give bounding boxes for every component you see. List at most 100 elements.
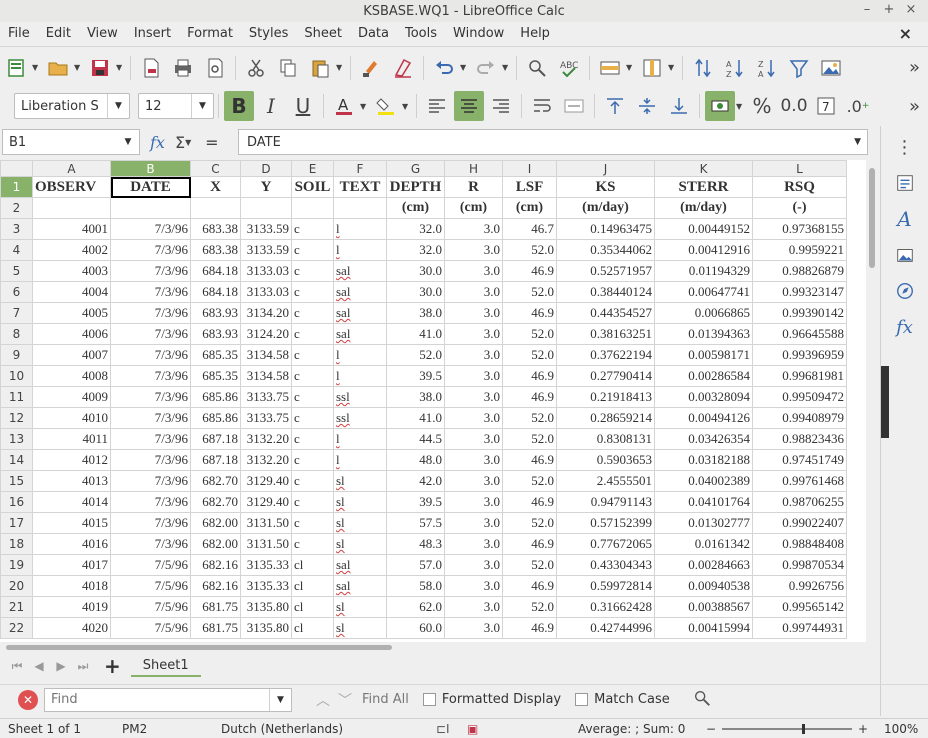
cell-table[interactable]: A B C D E F G H I J K L 1 OBSERV DATE X Y SOI… bbox=[0, 160, 847, 639]
align-center-icon[interactable] bbox=[454, 91, 484, 121]
bold-button[interactable]: B bbox=[224, 91, 254, 121]
cell[interactable]: sal bbox=[333, 323, 387, 345]
cell[interactable]: 7/5/96 bbox=[110, 575, 191, 597]
sort-icon[interactable] bbox=[688, 53, 718, 83]
cell[interactable]: 684.18 bbox=[190, 260, 241, 282]
cell[interactable]: 0.94791143 bbox=[556, 491, 655, 513]
find-input[interactable] bbox=[45, 692, 269, 707]
cell[interactable]: 60.0 bbox=[386, 617, 445, 639]
last-sheet-icon[interactable]: ⏭ bbox=[72, 659, 94, 674]
insert-mode-icon[interactable]: ⊏I bbox=[436, 722, 450, 736]
cell[interactable]: l bbox=[333, 218, 387, 240]
cell[interactable]: 0.31662428 bbox=[556, 596, 655, 618]
save-icon[interactable] bbox=[85, 53, 115, 83]
cell[interactable]: 0.0066865 bbox=[654, 302, 753, 324]
cell[interactable]: 4002 bbox=[32, 239, 111, 261]
cell[interactable]: 0.98706255 bbox=[752, 491, 847, 513]
cell[interactable]: 3.0 bbox=[444, 386, 503, 408]
column-header[interactable]: J bbox=[556, 160, 655, 177]
cell[interactable]: 4019 bbox=[32, 596, 111, 618]
cell[interactable]: c bbox=[291, 512, 334, 534]
cell[interactable]: 0.99390142 bbox=[752, 302, 847, 324]
row-header[interactable]: 20 bbox=[0, 575, 33, 597]
row-header[interactable]: 8 bbox=[0, 323, 33, 345]
row-header[interactable]: 10 bbox=[0, 365, 33, 387]
cell[interactable]: 3129.40 bbox=[240, 491, 292, 513]
cell[interactable]: (-) bbox=[752, 197, 847, 219]
cell[interactable]: 3.0 bbox=[444, 281, 503, 303]
sort-descending-icon[interactable]: ZA bbox=[752, 53, 782, 83]
cell[interactable]: 3129.40 bbox=[240, 470, 292, 492]
cell[interactable]: 0.99744931 bbox=[752, 617, 847, 639]
scrollbar-thumb[interactable] bbox=[869, 168, 875, 268]
cell[interactable]: (m/day) bbox=[654, 197, 753, 219]
find-replace-icon[interactable] bbox=[522, 53, 552, 83]
cell[interactable]: 52.0 bbox=[386, 344, 445, 366]
cell[interactable]: 52.0 bbox=[502, 428, 557, 450]
cell[interactable]: 7/3/96 bbox=[110, 470, 191, 492]
cell[interactable] bbox=[190, 197, 241, 219]
open-folder-icon[interactable] bbox=[43, 53, 73, 83]
cell[interactable]: 4012 bbox=[32, 449, 111, 471]
row-header[interactable]: 15 bbox=[0, 470, 33, 492]
column-header[interactable]: B bbox=[110, 160, 191, 177]
cell[interactable]: 32.0 bbox=[386, 239, 445, 261]
column-header[interactable]: A bbox=[32, 160, 111, 177]
chevron-down-icon[interactable]: ▼ bbox=[269, 688, 291, 711]
cell[interactable]: 3132.20 bbox=[240, 428, 292, 450]
cell[interactable]: c bbox=[291, 344, 334, 366]
cell[interactable] bbox=[240, 197, 292, 219]
row-dropdown-icon[interactable]: ▼ bbox=[626, 63, 636, 72]
cell[interactable]: 52.0 bbox=[502, 596, 557, 618]
cell[interactable]: STERR bbox=[654, 176, 753, 198]
cell[interactable]: 48.0 bbox=[386, 449, 445, 471]
print-preview-icon[interactable] bbox=[200, 53, 230, 83]
cell[interactable]: 0.0161342 bbox=[654, 533, 753, 555]
cell[interactable]: 46.9 bbox=[502, 575, 557, 597]
cell[interactable]: 0.52571957 bbox=[556, 260, 655, 282]
clear-formatting-icon[interactable] bbox=[388, 53, 418, 83]
menu-styles[interactable]: Styles bbox=[241, 26, 296, 41]
cell[interactable]: 0.04002389 bbox=[654, 470, 753, 492]
row-header[interactable]: 18 bbox=[0, 533, 33, 555]
cell[interactable]: 3133.03 bbox=[240, 260, 292, 282]
add-sheet-button[interactable]: + bbox=[104, 654, 121, 678]
cell[interactable]: 0.28659214 bbox=[556, 407, 655, 429]
zoom-in-icon[interactable]: + bbox=[858, 722, 868, 736]
cell[interactable]: c bbox=[291, 491, 334, 513]
cell[interactable]: ssl bbox=[333, 386, 387, 408]
cell[interactable]: 4008 bbox=[32, 365, 111, 387]
cell[interactable]: cl bbox=[291, 617, 334, 639]
cell[interactable]: 0.98823436 bbox=[752, 428, 847, 450]
cell[interactable]: 0.00286584 bbox=[654, 365, 753, 387]
row-header[interactable]: 7 bbox=[0, 302, 33, 324]
cell[interactable]: 30.0 bbox=[386, 281, 445, 303]
cell[interactable]: 4020 bbox=[32, 617, 111, 639]
cell[interactable]: 685.86 bbox=[190, 407, 241, 429]
cell[interactable]: 3134.20 bbox=[240, 302, 292, 324]
vertical-scrollbar[interactable] bbox=[866, 160, 878, 642]
cell[interactable]: 44.5 bbox=[386, 428, 445, 450]
row-header[interactable]: 1 bbox=[0, 176, 33, 198]
percent-icon[interactable]: % bbox=[747, 91, 777, 121]
cell[interactable]: 4014 bbox=[32, 491, 111, 513]
cell[interactable]: SOIL bbox=[291, 176, 334, 198]
cell[interactable]: c bbox=[291, 302, 334, 324]
cell[interactable]: 4018 bbox=[32, 575, 111, 597]
cell[interactable]: 7/3/96 bbox=[110, 344, 191, 366]
cell[interactable]: (m/day) bbox=[556, 197, 655, 219]
cell[interactable]: 3.0 bbox=[444, 470, 503, 492]
cell[interactable]: 46.9 bbox=[502, 533, 557, 555]
cell[interactable]: 7/3/96 bbox=[110, 512, 191, 534]
cell[interactable]: c bbox=[291, 365, 334, 387]
more-tools-icon[interactable]: » bbox=[909, 96, 920, 117]
cell[interactable]: 682.16 bbox=[190, 554, 241, 576]
cell[interactable]: 3133.59 bbox=[240, 218, 292, 240]
cell[interactable]: 3.0 bbox=[444, 533, 503, 555]
currency-dropdown-icon[interactable]: ▼ bbox=[736, 102, 746, 111]
row-header[interactable]: 17 bbox=[0, 512, 33, 534]
insert-image-icon[interactable] bbox=[816, 53, 846, 83]
column-header[interactable]: C bbox=[190, 160, 241, 177]
cell[interactable]: 0.00415994 bbox=[654, 617, 753, 639]
cell[interactable]: 0.77672065 bbox=[556, 533, 655, 555]
